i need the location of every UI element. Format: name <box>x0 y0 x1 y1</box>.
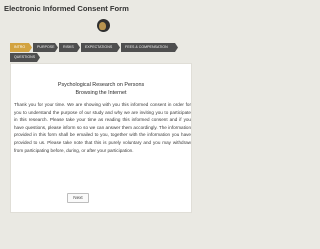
section-tabs: INTRO PURPOSE RISKS EXPECTATIONS FEES & … <box>10 43 192 62</box>
page-title: Electronic Informed Consent Form <box>4 4 129 13</box>
tab-risks[interactable]: RISKS <box>59 43 80 52</box>
tab-expectations[interactable]: EXPECTATIONS <box>81 43 120 52</box>
tab-intro[interactable]: INTRO <box>10 43 32 52</box>
section-heading: Psychological Research on Persons Browsi… <box>11 81 191 97</box>
next-button[interactable]: Next <box>67 193 89 203</box>
heading-line-1: Psychological Research on Persons <box>57 82 145 88</box>
tab-fees-compensation[interactable]: FEES & COMPENSATION <box>121 43 178 52</box>
heading-line-2: Browsing the Internet <box>75 90 127 96</box>
tab-purpose[interactable]: PURPOSE <box>33 43 58 52</box>
consent-card: Psychological Research on Persons Browsi… <box>10 63 192 213</box>
tab-questions[interactable]: QUESTIONS <box>10 53 40 62</box>
consent-body-text: Thank you for your time. We are showing … <box>14 102 191 153</box>
university-seal-icon <box>97 19 110 32</box>
